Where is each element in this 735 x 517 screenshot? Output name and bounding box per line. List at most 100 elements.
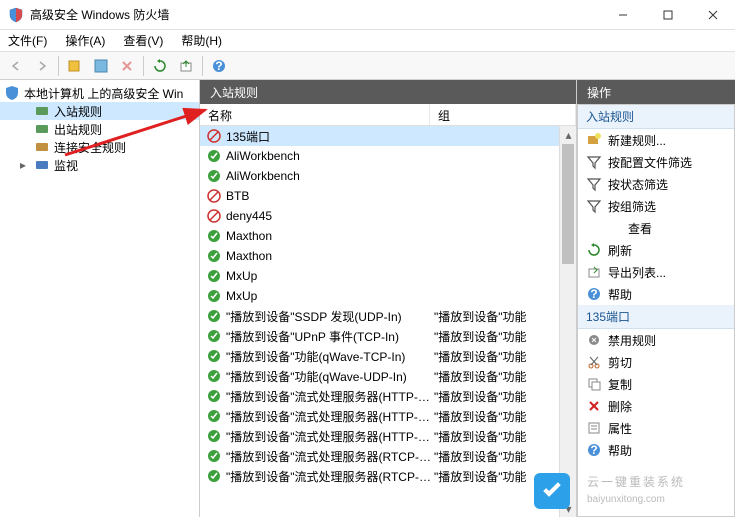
rule-row[interactable]: BTB xyxy=(200,186,576,206)
rule-icon xyxy=(34,157,50,173)
actions-section-rules: 入站规则 xyxy=(578,105,734,129)
tree-item-0[interactable]: 入站规则 xyxy=(0,102,199,120)
rule-row[interactable]: MxUp xyxy=(200,266,576,286)
allowed-icon xyxy=(206,448,222,464)
menu-view[interactable]: 查看(V) xyxy=(123,32,163,49)
svg-text:?: ? xyxy=(590,443,597,457)
new-button[interactable] xyxy=(63,55,87,77)
minimize-button[interactable] xyxy=(600,0,645,30)
scroll-down-icon[interactable]: ▾ xyxy=(560,500,576,517)
rule-row[interactable]: "播放到设备"流式处理服务器(HTTP-Stre..."播放到设备"功能 xyxy=(200,406,576,426)
filter-icon xyxy=(586,176,602,192)
allowed-icon xyxy=(206,248,222,264)
menu-action[interactable]: 操作(A) xyxy=(65,32,105,49)
action-按配置文件筛选[interactable]: 按配置文件筛选 xyxy=(578,151,734,173)
rule-row[interactable]: Maxthon xyxy=(200,246,576,266)
action-删除[interactable]: 删除 xyxy=(578,395,734,417)
rule-row[interactable]: AliWorkbench xyxy=(200,146,576,166)
allowed-icon xyxy=(206,288,222,304)
back-button xyxy=(4,55,28,77)
scroll-up-icon[interactable]: ▴ xyxy=(560,126,576,143)
action-剪切[interactable]: 剪切 xyxy=(578,351,734,373)
rule-row[interactable]: "播放到设备"功能(qWave-TCP-In)"播放到设备"功能 xyxy=(200,346,576,366)
rule-icon xyxy=(34,103,50,119)
action-label: 按状态筛选 xyxy=(608,176,668,193)
rule-row[interactable]: Maxthon xyxy=(200,226,576,246)
rule-icon xyxy=(34,121,50,137)
close-button[interactable] xyxy=(690,0,735,30)
props-button[interactable] xyxy=(89,55,113,77)
rule-name: "播放到设备"UPnP 事件(TCP-In) xyxy=(226,328,434,345)
rule-group: "播放到设备"功能 xyxy=(434,348,570,365)
rule-group: "播放到设备"功能 xyxy=(434,368,570,385)
column-name[interactable]: 名称 xyxy=(200,104,430,125)
rule-group: "播放到设备"功能 xyxy=(434,388,570,405)
action-禁用规则[interactable]: 禁用规则 xyxy=(578,329,734,351)
blocked-icon xyxy=(206,188,222,204)
rule-row[interactable]: deny445 xyxy=(200,206,576,226)
action-新建规则...[interactable]: 新建规则... xyxy=(578,129,734,151)
help-icon: ? xyxy=(586,286,602,302)
rule-name: AliWorkbench xyxy=(226,149,434,163)
action-刷新[interactable]: 刷新 xyxy=(578,239,734,261)
action-复制[interactable]: 复制 xyxy=(578,373,734,395)
rule-row[interactable]: "播放到设备"流式处理服务器(HTTP-Stre..."播放到设备"功能 xyxy=(200,386,576,406)
menubar: 文件(F) 操作(A) 查看(V) 帮助(H) xyxy=(0,30,735,52)
action-label: 按配置文件筛选 xyxy=(608,154,692,171)
tree-item-label: 出站规则 xyxy=(54,121,102,138)
action-导出列表...[interactable]: 导出列表... xyxy=(578,261,734,283)
blocked-icon xyxy=(206,128,222,144)
tree-root[interactable]: 本地计算机 上的高级安全 Win xyxy=(0,84,199,102)
expand-icon[interactable]: ▸ xyxy=(20,158,30,172)
allowed-icon xyxy=(206,308,222,324)
rule-icon xyxy=(34,139,50,155)
app-icon xyxy=(8,7,24,23)
action-帮助[interactable]: ?帮助 xyxy=(578,439,734,461)
action-label: 复制 xyxy=(608,376,632,393)
action-属性[interactable]: 属性 xyxy=(578,417,734,439)
rule-group: "播放到设备"功能 xyxy=(434,448,570,465)
export-button[interactable] xyxy=(174,55,198,77)
maximize-button[interactable] xyxy=(645,0,690,30)
scrollbar-thumb[interactable] xyxy=(562,144,574,264)
rule-row[interactable]: "播放到设备"流式处理服务器(RTCP-Stre..."播放到设备"功能 xyxy=(200,446,576,466)
rule-row[interactable]: AliWorkbench xyxy=(200,166,576,186)
allowed-icon xyxy=(206,148,222,164)
rule-name: "播放到设备"流式处理服务器(HTTP-Stre... xyxy=(226,388,434,405)
toolbar: ? xyxy=(0,52,735,80)
menu-help[interactable]: 帮助(H) xyxy=(181,32,222,49)
rule-name: "播放到设备"流式处理服务器(HTTP-Stre... xyxy=(226,428,434,445)
rule-name: deny445 xyxy=(226,209,434,223)
action-label: 禁用规则 xyxy=(608,332,656,349)
action-按状态筛选[interactable]: 按状态筛选 xyxy=(578,173,734,195)
svg-text:?: ? xyxy=(215,59,222,73)
rule-row[interactable]: "播放到设备"功能(qWave-UDP-In)"播放到设备"功能 xyxy=(200,366,576,386)
menu-file[interactable]: 文件(F) xyxy=(8,32,47,49)
rule-row[interactable]: "播放到设备"UPnP 事件(TCP-In)"播放到设备"功能 xyxy=(200,326,576,346)
tree-panel: 本地计算机 上的高级安全 Win 入站规则出站规则连接安全规则▸监视 xyxy=(0,80,200,517)
vertical-scrollbar[interactable]: ▴ ▾ xyxy=(559,126,576,517)
tree-item-3[interactable]: ▸监视 xyxy=(0,156,199,174)
rule-row[interactable]: MxUp xyxy=(200,286,576,306)
rules-list[interactable]: 135端口AliWorkbenchAliWorkbenchBTBdeny445M… xyxy=(200,126,576,517)
refresh-button[interactable] xyxy=(148,55,172,77)
action-查看[interactable]: 查看 xyxy=(578,217,734,239)
help-button[interactable]: ? xyxy=(207,55,231,77)
rule-row[interactable]: "播放到设备"流式处理服务器(HTTP-Stre..."播放到设备"功能 xyxy=(200,426,576,446)
allowed-icon xyxy=(206,348,222,364)
cut-icon xyxy=(586,354,602,370)
rule-row[interactable]: "播放到设备"流式处理服务器(RTCP-Stre..."播放到设备"功能 xyxy=(200,466,576,486)
rule-name: "播放到设备"功能(qWave-UDP-In) xyxy=(226,368,434,385)
rule-row[interactable]: 135端口 xyxy=(200,126,576,146)
tree-item-2[interactable]: 连接安全规则 xyxy=(0,138,199,156)
rule-row[interactable]: "播放到设备"SSDP 发现(UDP-In)"播放到设备"功能 xyxy=(200,306,576,326)
action-按组筛选[interactable]: 按组筛选 xyxy=(578,195,734,217)
svg-text:?: ? xyxy=(590,287,597,301)
allowed-icon xyxy=(206,268,222,284)
tree-item-1[interactable]: 出站规则 xyxy=(0,120,199,138)
allowed-icon xyxy=(206,388,222,404)
column-group[interactable]: 组 xyxy=(430,104,576,125)
new-rule-icon xyxy=(586,132,602,148)
action-label: 刷新 xyxy=(608,242,632,259)
action-帮助[interactable]: ?帮助 xyxy=(578,283,734,305)
